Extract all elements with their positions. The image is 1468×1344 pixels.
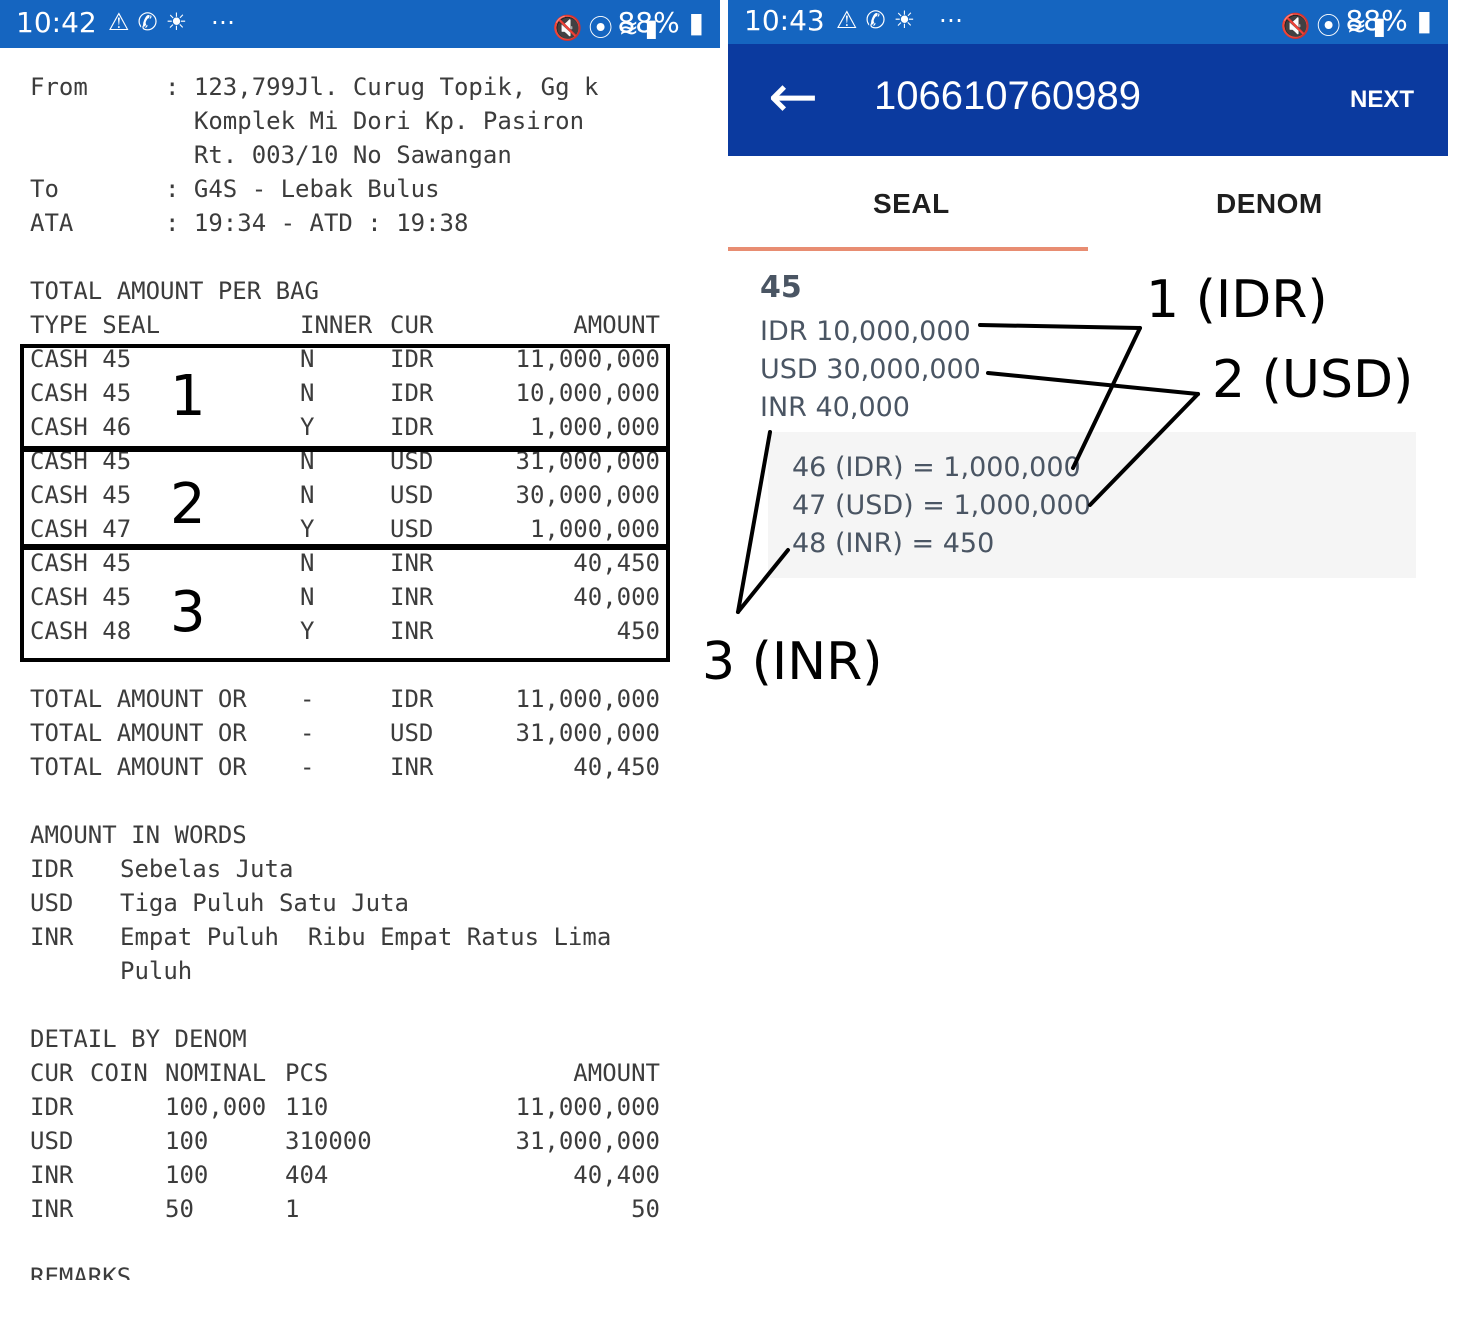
annotation-line-1a: [978, 323, 1142, 330]
annotation-line-1b: [1071, 326, 1142, 470]
annotation-lines: [736, 323, 1200, 614]
annotation-line-2a: [986, 371, 1200, 396]
annotation-line-2b: [1088, 392, 1200, 507]
annotation-line-3a: [736, 430, 772, 614]
